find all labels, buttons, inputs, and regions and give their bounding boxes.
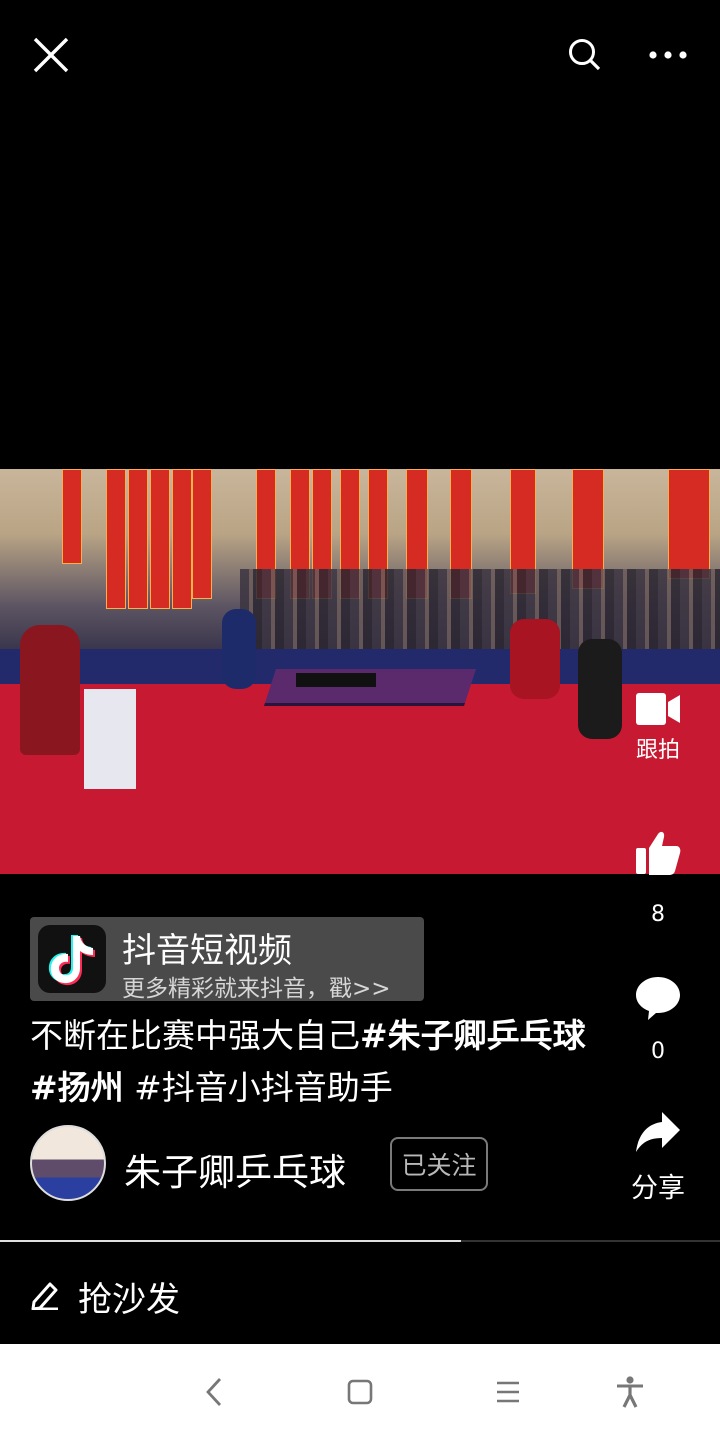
more-button[interactable] <box>640 30 696 80</box>
home-button[interactable] <box>340 1372 380 1412</box>
menu-lines-icon <box>497 1381 519 1403</box>
follow-shoot-label: 跟拍 <box>635 738 680 763</box>
caption-text: 不断在比赛中强大自己 <box>30 1016 360 1055</box>
comment-bubble-icon <box>636 977 680 1020</box>
accessibility-icon <box>617 1376 643 1408</box>
more-horizontal-icon <box>649 51 687 59</box>
accessibility-button[interactable] <box>610 1372 650 1412</box>
back-button[interactable] <box>194 1372 234 1412</box>
hashtag-link[interactable]: #扬州 <box>30 1068 124 1107</box>
comment-placeholder: 抢沙发 <box>78 1280 180 1320</box>
search-icon <box>569 39 601 71</box>
follow-shoot-button[interactable]: 跟拍 <box>620 690 696 764</box>
promo-subtitle: 更多精彩就来抖音，戳>> <box>122 976 391 1002</box>
close-button[interactable] <box>26 30 76 80</box>
share-arrow-icon <box>636 1112 680 1152</box>
hashtag-link[interactable]: #朱子卿乒乓球 <box>360 1016 586 1055</box>
menu-button[interactable] <box>488 1372 528 1412</box>
video-caption: 不断在比赛中强大自己#朱子卿乒乓球 #扬州 #抖音小抖音助手 <box>30 1010 610 1114</box>
douyin-logo-icon <box>38 925 106 993</box>
close-icon <box>33 37 69 73</box>
hashtag-link[interactable]: #抖音小抖音助手 <box>134 1068 393 1107</box>
douyin-promo-card[interactable]: 抖音短视频 更多精彩就来抖音，戳>> <box>30 917 424 1002</box>
home-square-icon <box>347 1379 373 1405</box>
like-count: 8 <box>651 902 665 927</box>
comment-button[interactable]: 0 <box>620 975 696 1064</box>
promo-title: 抖音短视频 <box>122 931 292 971</box>
comment-count: 0 <box>651 1039 665 1064</box>
share-button[interactable]: 分享 <box>620 1110 696 1205</box>
like-button[interactable]: 8 <box>620 830 696 927</box>
video-player[interactable] <box>0 469 720 874</box>
search-button[interactable] <box>560 30 610 80</box>
followed-badge[interactable]: 已关注 <box>390 1137 488 1191</box>
author-avatar[interactable] <box>30 1125 106 1201</box>
author-name[interactable]: 朱子卿乒乓球 <box>124 1142 346 1196</box>
share-label: 分享 <box>631 1173 685 1204</box>
comment-input-bar[interactable]: 抢沙发 <box>0 1242 720 1344</box>
system-nav-bar <box>0 1344 720 1440</box>
video-camera-icon <box>636 693 680 725</box>
back-chevron-icon <box>206 1378 222 1406</box>
thumbs-up-icon <box>636 831 681 875</box>
pencil-icon <box>31 1282 58 1310</box>
